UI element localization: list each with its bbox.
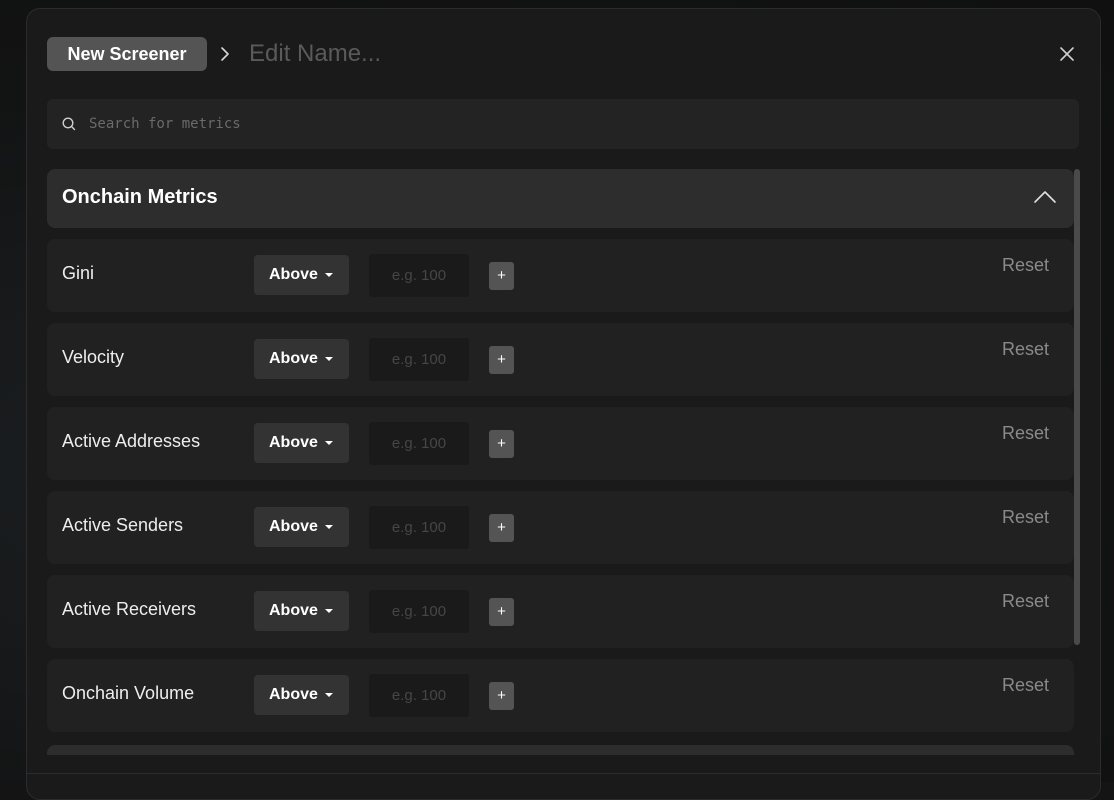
value-input[interactable] bbox=[369, 590, 469, 633]
operator-value: Above bbox=[269, 518, 318, 535]
operator-value: Above bbox=[269, 350, 318, 367]
value-input[interactable] bbox=[369, 422, 469, 465]
metric-row-active-addresses: Active Addresses Above + Reset bbox=[47, 407, 1074, 480]
chevron-up-icon[interactable] bbox=[1032, 187, 1058, 207]
metric-row-active-senders: Active Senders Above + Reset bbox=[47, 491, 1074, 564]
metric-search-bar bbox=[47, 99, 1079, 149]
caret-down-icon bbox=[325, 609, 333, 613]
operator-dropdown[interactable]: Above bbox=[254, 507, 349, 547]
metric-row-active-receivers: Active Receivers Above + Reset bbox=[47, 575, 1074, 648]
metric-label: Onchain Volume bbox=[62, 683, 195, 703]
reset-button[interactable]: Reset bbox=[1002, 255, 1049, 276]
metric-label: Velocity bbox=[62, 347, 125, 367]
operator-value: Above bbox=[269, 602, 318, 619]
caret-down-icon bbox=[325, 357, 333, 361]
reset-button[interactable]: Reset bbox=[1002, 339, 1049, 360]
screener-modal: New Screener Onchain Metrics Gini Ab bbox=[26, 8, 1101, 800]
add-condition-button[interactable]: + bbox=[489, 430, 514, 458]
operator-dropdown[interactable]: Above bbox=[254, 255, 349, 295]
chevron-right-icon bbox=[221, 47, 229, 61]
metric-row-velocity: Velocity Above + Reset bbox=[47, 323, 1074, 396]
caret-down-icon bbox=[325, 441, 333, 445]
metric-label: Active Addresses bbox=[62, 431, 201, 451]
operator-value: Above bbox=[269, 434, 318, 451]
operator-dropdown[interactable]: Above bbox=[254, 339, 349, 379]
section-onchain-metrics[interactable]: Onchain Metrics bbox=[47, 169, 1074, 228]
breadcrumb-new-screener-button[interactable]: New Screener bbox=[47, 37, 207, 71]
reset-button[interactable]: Reset bbox=[1002, 423, 1049, 444]
caret-down-icon bbox=[325, 273, 333, 277]
close-icon bbox=[1060, 47, 1074, 61]
scrollbar-thumb[interactable] bbox=[1074, 169, 1080, 645]
value-input[interactable] bbox=[369, 338, 469, 381]
caret-down-icon bbox=[325, 525, 333, 529]
add-condition-button[interactable]: + bbox=[489, 346, 514, 374]
metric-row-onchain-volume: Onchain Volume Above + Reset bbox=[47, 659, 1074, 732]
modal-header: New Screener bbox=[47, 37, 1080, 71]
metrics-list: Onchain Metrics Gini Above + Reset Veloc… bbox=[47, 169, 1074, 755]
value-input[interactable] bbox=[369, 254, 469, 297]
reset-button[interactable]: Reset bbox=[1002, 675, 1049, 696]
operator-value: Above bbox=[269, 266, 318, 283]
next-section-header[interactable] bbox=[47, 745, 1074, 755]
value-input[interactable] bbox=[369, 506, 469, 549]
operator-dropdown[interactable]: Above bbox=[254, 423, 349, 463]
reset-button[interactable]: Reset bbox=[1002, 591, 1049, 612]
metric-label: Active Receivers bbox=[62, 599, 197, 619]
screener-name-input[interactable] bbox=[249, 37, 749, 71]
operator-value: Above bbox=[269, 686, 318, 703]
modal-divider bbox=[27, 773, 1100, 774]
metric-label: Active Senders bbox=[62, 515, 184, 535]
add-condition-button[interactable]: + bbox=[489, 262, 514, 290]
operator-dropdown[interactable]: Above bbox=[254, 591, 349, 631]
search-input[interactable] bbox=[89, 99, 1049, 149]
reset-button[interactable]: Reset bbox=[1002, 507, 1049, 528]
search-icon bbox=[62, 117, 76, 131]
list-scrollbar[interactable] bbox=[1074, 169, 1080, 755]
metric-label: Gini bbox=[62, 263, 95, 283]
add-condition-button[interactable]: + bbox=[489, 682, 514, 710]
close-button[interactable] bbox=[1054, 41, 1080, 67]
add-condition-button[interactable]: + bbox=[489, 514, 514, 542]
value-input[interactable] bbox=[369, 674, 469, 717]
caret-down-icon bbox=[325, 693, 333, 697]
operator-dropdown[interactable]: Above bbox=[254, 675, 349, 715]
section-title: Onchain Metrics bbox=[62, 186, 218, 208]
add-condition-button[interactable]: + bbox=[489, 598, 514, 626]
metric-row-gini: Gini Above + Reset bbox=[47, 239, 1074, 312]
